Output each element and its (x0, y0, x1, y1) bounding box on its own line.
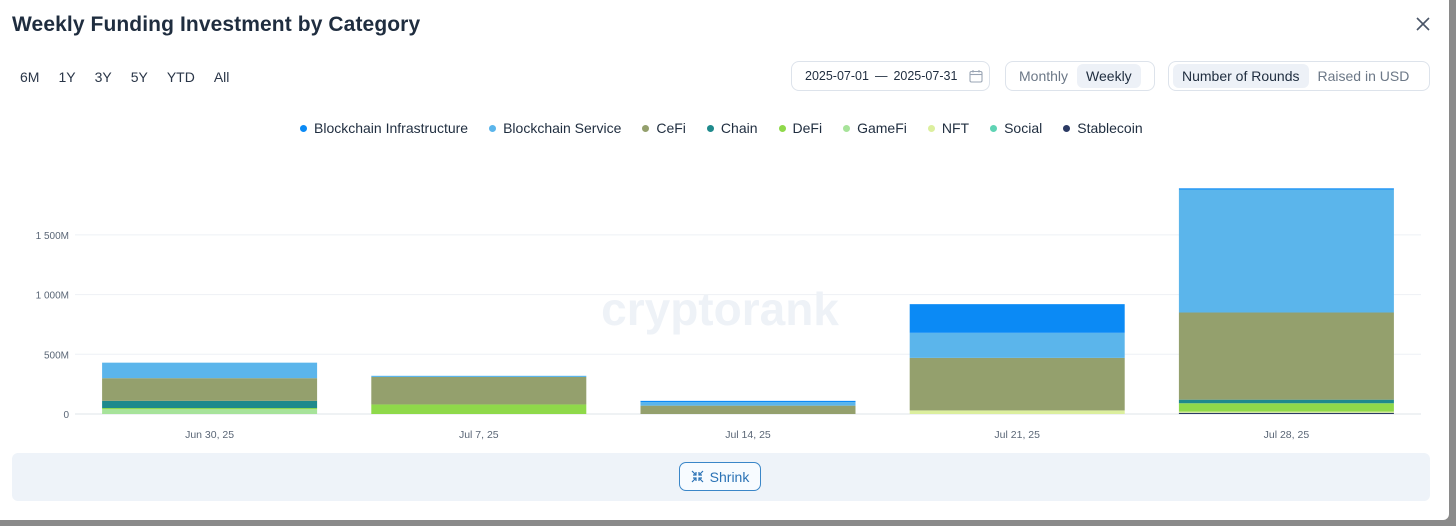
chart-legend: Blockchain Infrastructure Blockchain Serv… (300, 120, 1164, 136)
metric-usd-option[interactable]: Raised in USD (1309, 64, 1419, 88)
range-1y-button[interactable]: 1Y (52, 67, 81, 87)
bar-segment (371, 376, 587, 405)
x-tick-label: Jul 21, 25 (994, 429, 1040, 441)
date-separator: — (874, 69, 888, 83)
shrink-label: Shrink (709, 468, 750, 485)
bar-segment (640, 400, 856, 403)
legend-label: Stablecoin (1077, 120, 1143, 136)
x-tick-label: Jul 14, 25 (725, 429, 771, 441)
bar-segment (640, 405, 856, 414)
legend-item[interactable]: CeFi (642, 120, 686, 136)
legend-label: Blockchain Service (503, 120, 622, 136)
bar-chart: 0 500M 1 000M 1 500M cryptorank Jun 30, 25 Jul… (36, 188, 1421, 441)
legend-label: Blockchain Infrastructure (314, 120, 469, 136)
bar-segment (909, 357, 1125, 411)
collapse-arrows-icon (691, 470, 704, 483)
legend-dot (843, 124, 851, 132)
bar-segment (102, 378, 318, 401)
bar-segment (1178, 399, 1394, 404)
period-toggle: Monthly Weekly (1005, 61, 1155, 91)
bar-segment (371, 404, 587, 414)
y-tick-label: 0 (63, 410, 69, 421)
bar-segment (1178, 188, 1394, 190)
legend-dot (927, 124, 935, 132)
range-all-button[interactable]: All (208, 67, 236, 87)
bar-segment (909, 410, 1125, 414)
bar-segment (909, 304, 1125, 333)
x-tick-label: Jul 7, 25 (459, 429, 499, 441)
bar-segment (102, 400, 318, 409)
bar-segment (371, 375, 587, 377)
legend-dot (778, 124, 786, 132)
legend-label: GameFi (857, 120, 907, 136)
bar-segment (102, 362, 318, 379)
period-weekly-option[interactable]: Weekly (1077, 64, 1141, 88)
legend-item[interactable]: Stablecoin (1063, 120, 1143, 136)
legend-item[interactable]: NFT (927, 120, 970, 136)
legend-label: Chain (720, 120, 758, 136)
metric-rounds-option[interactable]: Number of Rounds (1173, 64, 1309, 88)
page-title: Weekly Funding Investment by Category (12, 13, 421, 36)
date-range-picker[interactable]: 2025-07-01 — 2025-07-31 (791, 61, 990, 91)
legend-dot (489, 124, 497, 132)
legend-label: Social (1004, 120, 1043, 136)
legend-label: CeFi (656, 120, 686, 136)
period-monthly-option[interactable]: Monthly (1010, 64, 1077, 88)
legend-dot (642, 124, 650, 132)
legend-item[interactable]: Social (990, 120, 1042, 136)
chart-panel: Weekly Funding Investment by Category 6M… (0, 0, 1449, 520)
legend-dot (1063, 124, 1071, 132)
x-tick-label: Jun 30, 25 (185, 429, 234, 441)
y-tick-label: 500M (44, 350, 69, 361)
legend-item[interactable]: Blockchain Infrastructure (300, 120, 468, 136)
bar-segment (1178, 189, 1394, 313)
bar-segment (102, 409, 318, 414)
bar-segment (102, 408, 318, 410)
date-start: 2025-07-01 (805, 69, 869, 83)
bar-segment (909, 332, 1125, 358)
legend-item[interactable]: Chain (706, 120, 758, 136)
legend-label: NFT (941, 120, 970, 136)
bar-segment (1178, 312, 1394, 400)
bar-segment (1178, 403, 1394, 412)
legend-dot (706, 124, 714, 132)
chart-footer: Shrink (12, 453, 1430, 501)
range-ytd-button[interactable]: YTD (161, 67, 201, 87)
legend-dot (300, 124, 307, 132)
range-selector: 6M 1Y 3Y 5Y YTD All (14, 67, 242, 87)
range-6m-button[interactable]: 6M (14, 67, 45, 87)
y-tick-label: 1 500M (36, 231, 69, 242)
legend-dot (990, 124, 998, 132)
y-tick-label: 1 000M (36, 291, 69, 302)
legend-item[interactable]: Blockchain Service (489, 120, 621, 136)
metric-toggle: Number of Rounds Raised in USD (1168, 61, 1430, 91)
bar-segment (1178, 411, 1394, 413)
calendar-icon (969, 70, 983, 83)
range-3y-button[interactable]: 3Y (89, 67, 118, 87)
legend-item[interactable]: DeFi (778, 120, 823, 136)
legend-label: DeFi (792, 120, 823, 136)
bar-segment (1178, 412, 1394, 414)
watermark-logo: cryptorank (601, 283, 839, 335)
range-5y-button[interactable]: 5Y (125, 67, 154, 87)
bar-segment (640, 402, 856, 406)
shrink-button[interactable]: Shrink (679, 462, 761, 491)
x-tick-label: Jul 28, 25 (1264, 429, 1310, 441)
close-icon[interactable] (1413, 14, 1433, 34)
legend-item[interactable]: GameFi (843, 120, 907, 136)
date-end: 2025-07-31 (893, 69, 958, 83)
